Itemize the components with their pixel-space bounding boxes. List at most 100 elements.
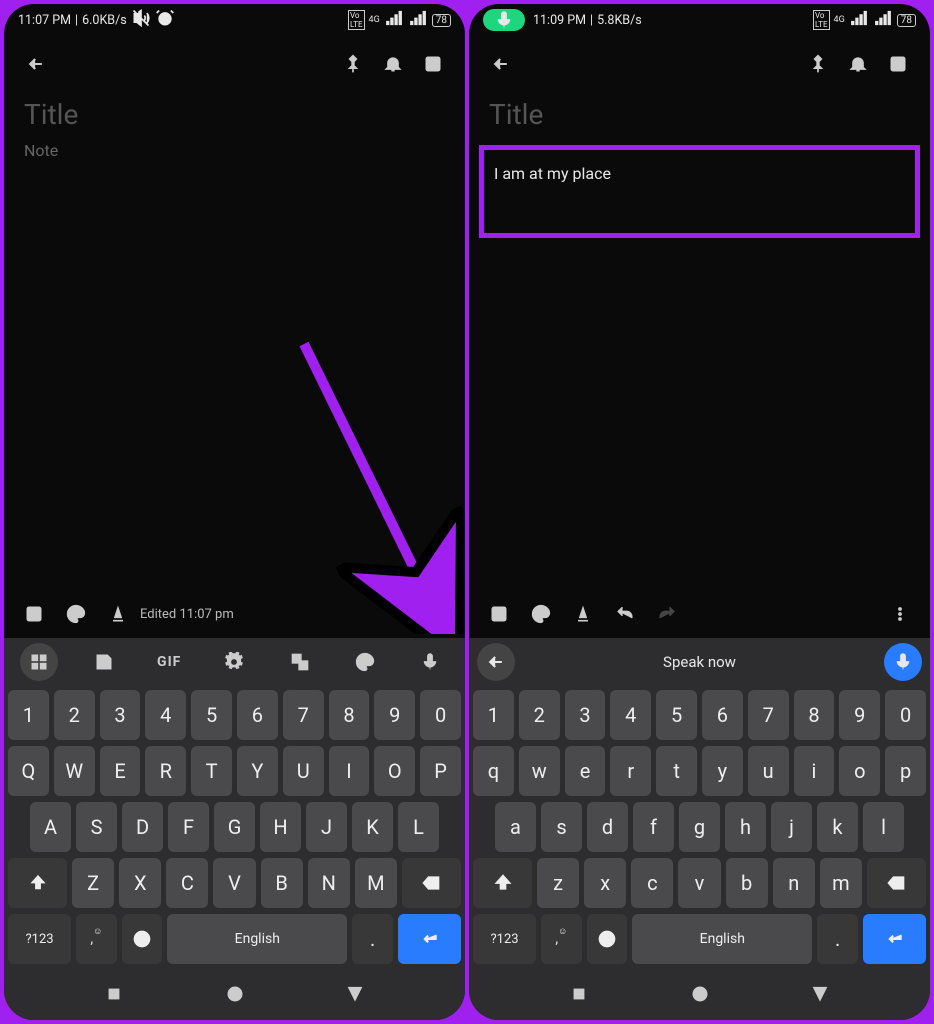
- key-0[interactable]: 0: [885, 690, 926, 740]
- key-3[interactable]: 3: [565, 690, 606, 740]
- title-input[interactable]: Title: [469, 92, 930, 141]
- key-z[interactable]: z: [537, 858, 579, 908]
- key-e[interactable]: E: [100, 746, 141, 796]
- symbols-key[interactable]: ?123: [473, 914, 536, 964]
- key-y[interactable]: y: [702, 746, 743, 796]
- key-0[interactable]: 0: [420, 690, 461, 740]
- key-f[interactable]: f: [633, 802, 674, 852]
- key-4[interactable]: 4: [145, 690, 186, 740]
- key-x[interactable]: X: [119, 858, 161, 908]
- key-n[interactable]: n: [773, 858, 815, 908]
- key-w[interactable]: w: [519, 746, 560, 796]
- key-5[interactable]: 5: [191, 690, 232, 740]
- shift-key[interactable]: [8, 858, 67, 908]
- key-o[interactable]: O: [374, 746, 415, 796]
- more-button[interactable]: [880, 594, 920, 634]
- key-e[interactable]: e: [565, 746, 606, 796]
- key-m[interactable]: M: [355, 858, 397, 908]
- key-f[interactable]: F: [168, 802, 209, 852]
- backspace-key[interactable]: [402, 858, 461, 908]
- symbols-key[interactable]: ?123: [8, 914, 71, 964]
- home-button[interactable]: [225, 984, 245, 1008]
- emoji-key[interactable]: ,☺: [541, 914, 582, 964]
- pin-button[interactable]: [333, 44, 373, 84]
- key-b[interactable]: b: [726, 858, 768, 908]
- key-n[interactable]: N: [308, 858, 350, 908]
- key-h[interactable]: H: [260, 802, 301, 852]
- mic-active-button[interactable]: [884, 643, 922, 681]
- key-v[interactable]: V: [213, 858, 255, 908]
- key-4[interactable]: 4: [610, 690, 651, 740]
- note-text-highlight[interactable]: I am at my place: [479, 145, 920, 238]
- recents-button[interactable]: [104, 984, 124, 1008]
- key-7[interactable]: 7: [283, 690, 324, 740]
- reminder-button[interactable]: [373, 44, 413, 84]
- title-input[interactable]: Title: [4, 92, 465, 141]
- key-i[interactable]: I: [329, 746, 370, 796]
- key-k[interactable]: k: [817, 802, 858, 852]
- back-button[interactable]: [481, 44, 521, 84]
- key-2[interactable]: 2: [519, 690, 560, 740]
- key-u[interactable]: u: [748, 746, 789, 796]
- key-9[interactable]: 9: [374, 690, 415, 740]
- key-p[interactable]: P: [420, 746, 461, 796]
- key-p[interactable]: p: [885, 746, 926, 796]
- space-key[interactable]: English: [632, 914, 812, 964]
- text-format-button[interactable]: [98, 594, 138, 634]
- back-nav-button[interactable]: [345, 984, 365, 1008]
- key-r[interactable]: r: [610, 746, 651, 796]
- key-8[interactable]: 8: [794, 690, 835, 740]
- key-i[interactable]: i: [794, 746, 835, 796]
- palette-button[interactable]: [56, 594, 96, 634]
- emoji-key[interactable]: ,☺: [76, 914, 117, 964]
- palette-button[interactable]: [521, 594, 561, 634]
- add-button[interactable]: [14, 594, 54, 634]
- key-c[interactable]: C: [166, 858, 208, 908]
- key-w[interactable]: W: [54, 746, 95, 796]
- redo-button[interactable]: [647, 594, 687, 634]
- space-key[interactable]: English: [167, 914, 347, 964]
- back-nav-button[interactable]: [810, 984, 830, 1008]
- key-g[interactable]: G: [214, 802, 255, 852]
- enter-key[interactable]: [863, 914, 926, 964]
- key-1[interactable]: 1: [8, 690, 49, 740]
- sticker-icon[interactable]: [73, 642, 134, 682]
- archive-button[interactable]: [413, 44, 453, 84]
- pin-button[interactable]: [798, 44, 838, 84]
- key-8[interactable]: 8: [329, 690, 370, 740]
- key-s[interactable]: s: [541, 802, 582, 852]
- key-6[interactable]: 6: [702, 690, 743, 740]
- key-9[interactable]: 9: [839, 690, 880, 740]
- translate-icon[interactable]: [269, 642, 330, 682]
- period-key[interactable]: .: [817, 914, 858, 964]
- key-h[interactable]: h: [725, 802, 766, 852]
- key-3[interactable]: 3: [100, 690, 141, 740]
- settings-icon[interactable]: [204, 642, 265, 682]
- key-o[interactable]: o: [839, 746, 880, 796]
- back-button[interactable]: [16, 44, 56, 84]
- key-d[interactable]: D: [122, 802, 163, 852]
- theme-icon[interactable]: [334, 642, 395, 682]
- gif-button[interactable]: GIF: [139, 642, 200, 682]
- key-a[interactable]: a: [495, 802, 536, 852]
- key-q[interactable]: Q: [8, 746, 49, 796]
- period-key[interactable]: .: [352, 914, 393, 964]
- key-z[interactable]: Z: [72, 858, 114, 908]
- enter-key[interactable]: [398, 914, 461, 964]
- undo-button[interactable]: [605, 594, 645, 634]
- archive-button[interactable]: [878, 44, 918, 84]
- recents-button[interactable]: [569, 984, 589, 1008]
- text-format-button[interactable]: [563, 594, 603, 634]
- key-v[interactable]: v: [678, 858, 720, 908]
- key-l[interactable]: l: [863, 802, 904, 852]
- key-u[interactable]: U: [283, 746, 324, 796]
- key-j[interactable]: J: [306, 802, 347, 852]
- more-button[interactable]: [415, 594, 455, 634]
- note-input[interactable]: Note: [4, 141, 465, 590]
- key-d[interactable]: d: [587, 802, 628, 852]
- mic-icon[interactable]: [400, 642, 461, 682]
- apps-icon[interactable]: [20, 643, 58, 681]
- key-g[interactable]: g: [679, 802, 720, 852]
- key-c[interactable]: c: [631, 858, 673, 908]
- key-m[interactable]: m: [820, 858, 862, 908]
